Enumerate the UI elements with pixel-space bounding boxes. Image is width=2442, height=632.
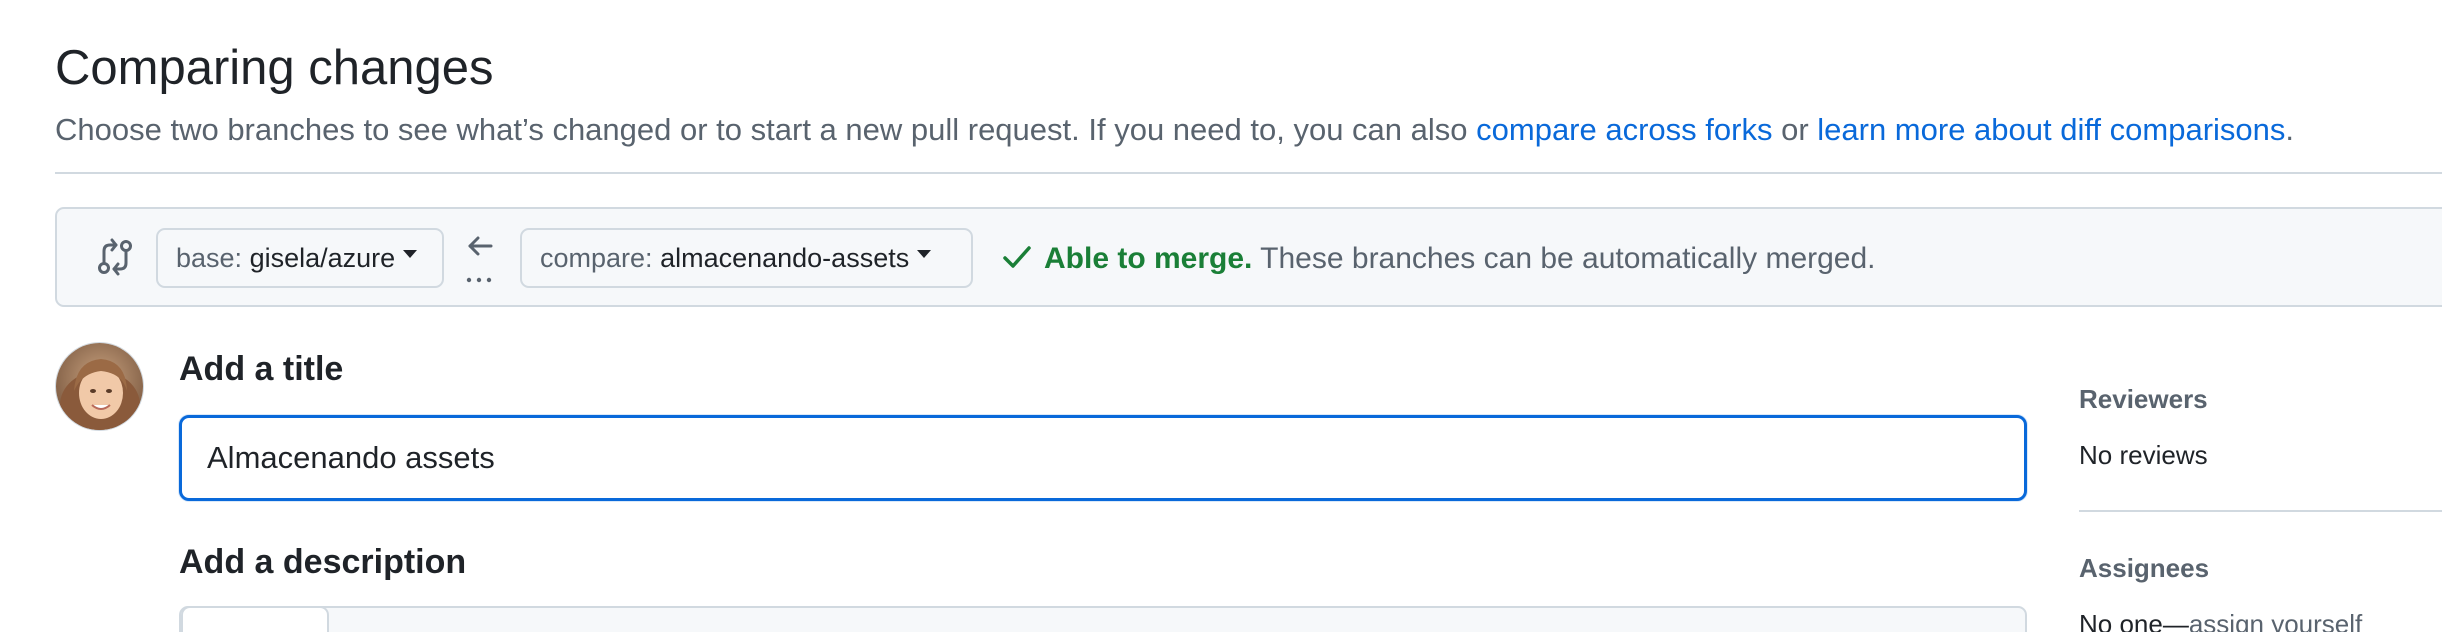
assignees-value: No one—assign yourself (2079, 607, 2442, 632)
check-icon (1003, 246, 1031, 268)
merge-status-ok: Able to merge. (1044, 242, 1253, 275)
tab-write[interactable] (181, 606, 329, 632)
assign-yourself-link[interactable]: assign yourself (2189, 609, 2362, 632)
avatar-image (56, 343, 143, 430)
pr-title-input[interactable] (179, 415, 2027, 501)
compare-across-forks-link[interactable]: compare across forks (1476, 112, 1772, 147)
sidebar-divider (2079, 510, 2442, 512)
user-avatar[interactable] (55, 342, 144, 431)
header-divider (55, 172, 2442, 174)
subtitle-or: or (1772, 112, 1818, 147)
compare-branch-select[interactable]: compare: almacenando-assets (520, 228, 973, 288)
chevron-down-icon (403, 249, 418, 258)
subtitle-end: . (2285, 112, 2295, 147)
sidebar-assignees: Assignees No one—assign yourself (2079, 551, 2442, 632)
reviewers-value: No reviews (2079, 440, 2208, 470)
base-prefix: base: (176, 243, 250, 273)
compare-branch-name: almacenando-assets (660, 243, 910, 273)
compare-page: Comparing changes Choose two branches to… (0, 0, 2442, 632)
page-title: Comparing changes (55, 41, 494, 95)
merge-status-text: These branches can be automatically merg… (1252, 242, 1876, 275)
compare-prefix: compare: (540, 243, 661, 273)
base-branch-select[interactable]: base: gisela/azure (156, 228, 444, 288)
learn-more-diff-link[interactable]: learn more about diff comparisons (1817, 112, 2285, 147)
page-subtitle: Choose two branches to see what’s change… (55, 110, 2294, 150)
arrow-left-icon (466, 236, 493, 283)
base-branch-name: gisela/azure (249, 243, 396, 273)
assignees-prefix: No one— (2079, 609, 2189, 632)
chevron-down-icon (917, 249, 932, 258)
reviewers-heading[interactable]: Reviewers (2079, 382, 2442, 416)
range-editor: base: gisela/azure compare: almacenando-… (55, 207, 2442, 307)
git-compare-icon (98, 238, 132, 276)
merge-status: Able to merge. These branches can be aut… (1002, 239, 1876, 279)
subtitle-text: Choose two branches to see what’s change… (55, 112, 1477, 147)
assignees-heading[interactable]: Assignees (2079, 551, 2442, 585)
sidebar-reviewers: Reviewers No reviews (2079, 382, 2442, 472)
description-label: Add a description (179, 543, 467, 581)
description-editor[interactable] (179, 606, 2027, 632)
title-label: Add a title (179, 350, 344, 388)
